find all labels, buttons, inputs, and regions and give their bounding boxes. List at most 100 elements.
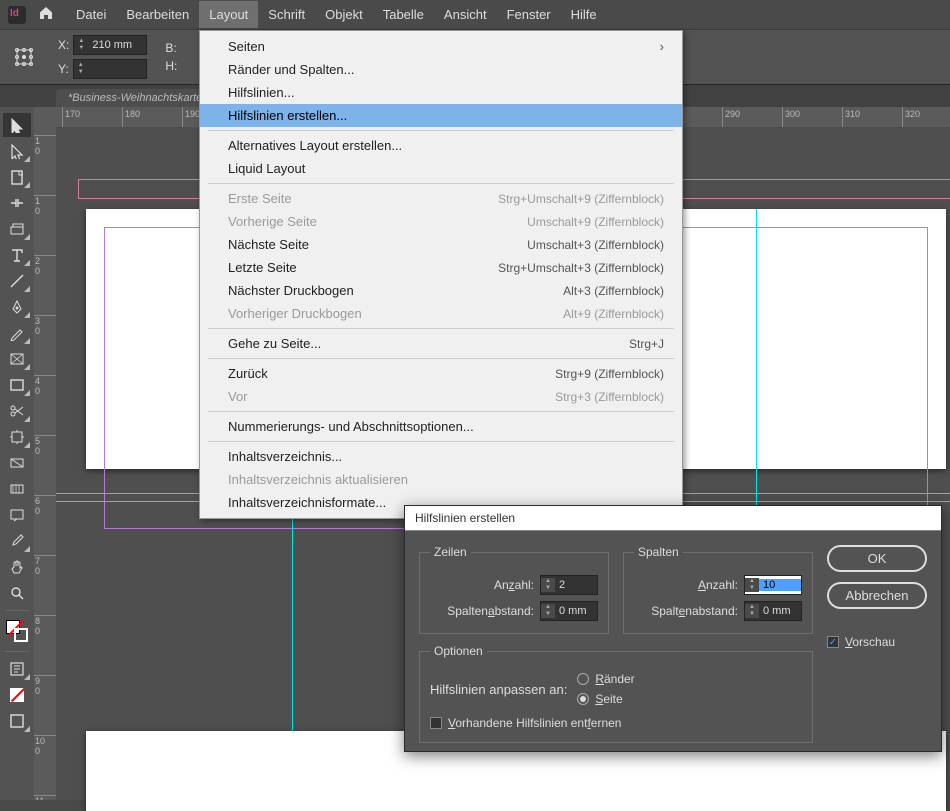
ruler-tick: 170 bbox=[62, 107, 80, 127]
options-fieldset: Optionen Hilfslinien anpassen an: Ränder… bbox=[419, 644, 813, 743]
cancel-button[interactable]: Abbrechen bbox=[827, 582, 927, 609]
menu-item[interactable]: Letzte SeiteStrg+Umschalt+3 (Ziffernbloc… bbox=[200, 256, 682, 279]
menu-schrift[interactable]: Schrift bbox=[258, 1, 315, 28]
menu-datei[interactable]: Datei bbox=[66, 1, 116, 28]
rows-count-input[interactable] bbox=[555, 579, 597, 591]
menu-item: VorStrg+3 (Ziffernblock) bbox=[200, 385, 682, 408]
menu-item-label: Hilfslinien... bbox=[228, 85, 294, 100]
direct-selection-tool[interactable] bbox=[3, 139, 31, 163]
spinner-icon[interactable]: ▲▼ bbox=[541, 604, 555, 618]
ruler-tick: 180 bbox=[122, 107, 140, 127]
ok-button[interactable]: OK bbox=[827, 545, 927, 572]
menu-item[interactable]: Seiten› bbox=[200, 35, 682, 58]
preview-checkbox[interactable]: ✓ Vorschau bbox=[827, 635, 927, 649]
line-tool[interactable] bbox=[3, 269, 31, 293]
menu-item[interactable]: Hilfslinien erstellen... bbox=[200, 104, 682, 127]
menu-ansicht[interactable]: Ansicht bbox=[434, 1, 497, 28]
gradient-feather-tool[interactable] bbox=[3, 477, 31, 501]
ruler-tick: 3 0 bbox=[34, 315, 56, 336]
layout-menu-dropdown: Seiten›Ränder und Spalten... Hilfslinien.… bbox=[199, 30, 683, 519]
apply-color[interactable] bbox=[3, 683, 31, 707]
menu-item-shortcut: Umschalt+9 (Ziffernblock) bbox=[527, 215, 664, 229]
vertical-ruler[interactable]: 1 01 02 03 04 05 06 07 08 09 010 011 0 bbox=[34, 127, 56, 800]
cols-gutter-field[interactable]: ▲▼ bbox=[744, 601, 802, 621]
menu-tabelle[interactable]: Tabelle bbox=[373, 1, 434, 28]
fit-guides-label: Hilfslinien anpassen an: bbox=[430, 682, 567, 697]
menu-fenster[interactable]: Fenster bbox=[497, 1, 561, 28]
fit-page-radio[interactable]: Seite bbox=[577, 692, 634, 706]
screen-mode[interactable] bbox=[3, 709, 31, 733]
ruler-tick: 300 bbox=[782, 107, 800, 127]
menu-item[interactable]: Ränder und Spalten... bbox=[200, 58, 682, 81]
page-tool[interactable] bbox=[3, 165, 31, 189]
y-input[interactable] bbox=[88, 63, 146, 75]
cols-count-input[interactable] bbox=[759, 579, 801, 591]
ruler-origin[interactable] bbox=[34, 107, 56, 127]
menu-item[interactable]: Gehe zu Seite...Strg+J bbox=[200, 332, 682, 355]
rows-count-field[interactable]: ▲▼ bbox=[540, 575, 598, 595]
rows-gutter-label: Spaltenabstand: bbox=[447, 604, 534, 618]
cols-gutter-input[interactable] bbox=[759, 605, 801, 617]
menu-item[interactable]: Nummerierungs- und Abschnittsoptionen... bbox=[200, 415, 682, 438]
menu-item-shortcut: Alt+9 (Ziffernblock) bbox=[563, 307, 664, 321]
free-transform-tool[interactable] bbox=[3, 425, 31, 449]
rectangle-tool[interactable] bbox=[3, 373, 31, 397]
rows-gutter-field[interactable]: ▲▼ bbox=[540, 601, 598, 621]
menu-item-label: Seiten bbox=[228, 39, 265, 54]
menu-item: Erste SeiteStrg+Umschalt+9 (Ziffernblock… bbox=[200, 187, 682, 210]
x-field[interactable]: ▲▼ bbox=[73, 35, 147, 55]
menu-bearbeiten[interactable]: Bearbeiten bbox=[116, 1, 199, 28]
fill-stroke-swatch[interactable] bbox=[3, 616, 31, 646]
remove-existing-checkbox[interactable]: Vorhandene Hilfslinien entfernen bbox=[430, 716, 621, 730]
menu-item[interactable]: Inhaltsverzeichnis... bbox=[200, 445, 682, 468]
cols-count-label: Anzahl: bbox=[698, 578, 738, 592]
menu-hilfe[interactable]: Hilfe bbox=[561, 1, 607, 28]
pencil-tool[interactable] bbox=[3, 321, 31, 345]
gap-tool[interactable] bbox=[3, 191, 31, 215]
spinner-icon[interactable]: ▲▼ bbox=[745, 578, 759, 592]
selection-tool[interactable] bbox=[3, 113, 31, 137]
hand-tool[interactable] bbox=[3, 555, 31, 579]
note-tool[interactable] bbox=[3, 503, 31, 527]
menu-item-label: Nächste Seite bbox=[228, 237, 309, 252]
menu-item: Vorheriger DruckbogenAlt+9 (Ziffernblock… bbox=[200, 302, 682, 325]
content-collector-tool[interactable] bbox=[3, 217, 31, 241]
radio-icon bbox=[577, 693, 589, 705]
menu-item[interactable]: Nächster DruckbogenAlt+3 (Ziffernblock) bbox=[200, 279, 682, 302]
x-input[interactable] bbox=[88, 39, 146, 51]
menu-layout[interactable]: Layout bbox=[199, 1, 258, 28]
scissors-tool[interactable] bbox=[3, 399, 31, 423]
format-container[interactable] bbox=[3, 657, 31, 681]
ruler-tick: 8 0 bbox=[34, 615, 56, 636]
ruler-tick: 190 bbox=[182, 107, 200, 127]
zoom-tool[interactable] bbox=[3, 581, 31, 605]
spinner-icon[interactable]: ▲▼ bbox=[74, 38, 88, 52]
ruler-tick: 11 0 bbox=[34, 795, 56, 800]
menu-item[interactable]: ZurückStrg+9 (Ziffernblock) bbox=[200, 362, 682, 385]
options-legend: Optionen bbox=[430, 644, 487, 658]
y-field[interactable]: ▲▼ bbox=[73, 59, 147, 79]
spinner-icon[interactable]: ▲▼ bbox=[74, 62, 88, 76]
rows-gutter-input[interactable] bbox=[555, 605, 597, 617]
gradient-swatch-tool[interactable] bbox=[3, 451, 31, 475]
eyedropper-tool[interactable] bbox=[3, 529, 31, 553]
rectangle-frame-tool[interactable] bbox=[3, 347, 31, 371]
ruler-tick: 310 bbox=[842, 107, 860, 127]
menu-item[interactable]: Hilfslinien... bbox=[200, 81, 682, 104]
fit-margins-radio[interactable]: Ränder bbox=[577, 672, 634, 686]
menu-item[interactable]: Alternatives Layout erstellen... bbox=[200, 134, 682, 157]
document-tab[interactable]: *Business-Weihnachtskarte bbox=[56, 89, 214, 107]
spinner-icon[interactable]: ▲▼ bbox=[541, 578, 555, 592]
ruler-tick: 6 0 bbox=[34, 495, 56, 516]
menu-objekt[interactable]: Objekt bbox=[315, 1, 373, 28]
type-tool[interactable] bbox=[3, 243, 31, 267]
menu-item-label: Inhaltsverzeichnisformate... bbox=[228, 495, 386, 510]
menu-item-label: Vorherige Seite bbox=[228, 214, 317, 229]
cols-count-field[interactable]: ▲▼ bbox=[744, 575, 802, 595]
menu-item[interactable]: Liquid Layout bbox=[200, 157, 682, 180]
home-icon[interactable] bbox=[38, 5, 54, 24]
pen-tool[interactable] bbox=[3, 295, 31, 319]
menu-item[interactable]: Nächste SeiteUmschalt+3 (Ziffernblock) bbox=[200, 233, 682, 256]
reference-point-icon[interactable] bbox=[14, 47, 34, 67]
spinner-icon[interactable]: ▲▼ bbox=[745, 604, 759, 618]
